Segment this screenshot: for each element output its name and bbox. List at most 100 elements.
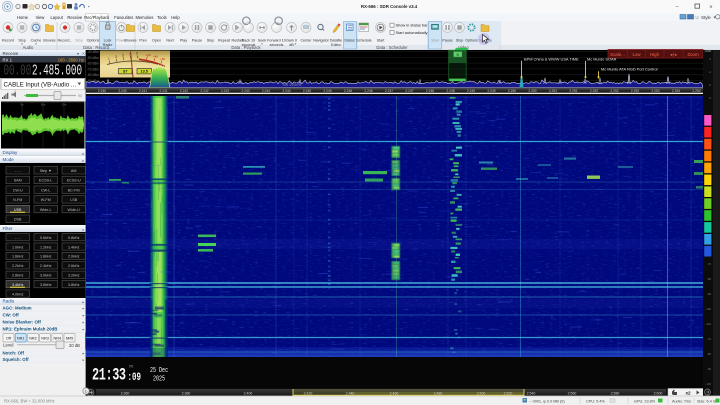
svg-text:Receive: Receive — [3, 51, 19, 56]
svg-text:Stop: Stop — [456, 39, 464, 43]
svg-text:Auto: Auto — [705, 49, 712, 53]
svg-text:2.251: 2.251 — [569, 89, 577, 93]
svg-text:▴: ▴ — [82, 300, 84, 304]
svg-text:High: High — [650, 52, 660, 57]
svg-text:ECSS-U: ECSS-U — [67, 179, 81, 183]
svg-text:Record...: Record... — [58, 39, 73, 43]
svg-text:00.00: 00.00 — [4, 63, 32, 80]
svg-text:2.420: 2.420 — [304, 392, 313, 396]
svg-text:Data : Playback: Data : Playback — [231, 45, 261, 50]
svg-text:2.580: 2.580 — [611, 392, 620, 396]
svg-text:View: View — [36, 15, 45, 20]
svg-text:1.4kHz: 1.4kHz — [68, 245, 80, 249]
svg-text:1.8kHz: 1.8kHz — [40, 255, 52, 259]
svg-text:2.4kHz: 2.4kHz — [40, 264, 52, 268]
svg-text:Browse: Browse — [43, 39, 55, 43]
svg-text:-60 dBm: -60 dBm — [87, 62, 99, 66]
svg-text:2.254: 2.254 — [692, 89, 700, 93]
svg-text:3.8kHz: 3.8kHz — [68, 283, 80, 287]
svg-text:-70 dBm: -70 dBm — [87, 67, 99, 71]
svg-text:0.8kHz: 0.8kHz — [68, 236, 80, 240]
svg-text:NR1: Ephraim Mulah 20dB: NR1: Ephraim Mulah 20dB — [3, 327, 58, 332]
svg-text:2.243: 2.243 — [241, 89, 249, 93]
svg-text:▸: ▸ — [83, 328, 85, 332]
svg-text:-70: -70 — [707, 337, 711, 341]
svg-text:Favourites: Favourites — [114, 15, 133, 20]
svg-text:Low: Low — [632, 52, 641, 57]
svg-text::09: :09 — [128, 371, 142, 384]
svg-text:2.244: 2.244 — [282, 89, 290, 93]
svg-text:2.246: 2.246 — [344, 89, 352, 93]
svg-text:+20: +20 — [145, 53, 150, 57]
svg-text:2.252: 2.252 — [590, 89, 598, 93]
svg-text:2.240: 2.240 — [98, 89, 106, 93]
svg-text:Cache: Cache — [31, 39, 42, 43]
svg-text:Level: Level — [3, 343, 14, 348]
svg-text:Repeat: Repeat — [218, 39, 230, 43]
svg-text:CW-U: CW-U — [13, 188, 23, 192]
svg-text:-80: -80 — [707, 352, 711, 356]
svg-text:S7: S7 — [123, 70, 128, 74]
svg-text:2.253: 2.253 — [651, 89, 659, 93]
svg-text:Display: Display — [3, 150, 19, 155]
svg-text:Zoom: Zoom — [687, 52, 699, 57]
svg-text:Seek: Seek — [258, 39, 267, 43]
svg-text:+60: +60 — [160, 57, 165, 61]
svg-text:-3: -3 — [709, 57, 712, 61]
svg-text:Rec/Playback: Rec/Playback — [84, 15, 110, 20]
svg-text:Squelch: Off: Squelch: Off — [3, 357, 30, 362]
svg-text:Mode: Mode — [3, 157, 15, 162]
svg-text:NR1: NR1 — [17, 336, 25, 340]
svg-text:Filter: Filter — [3, 226, 14, 231]
svg-text:ECSS-L: ECSS-L — [39, 179, 52, 183]
svg-text:Home: Home — [17, 15, 29, 20]
svg-text:2.400: 2.400 — [244, 392, 253, 396]
svg-text:2.2kHz: 2.2kHz — [12, 264, 24, 268]
svg-text:Next: Next — [166, 39, 174, 43]
svg-text:2.246: 2.246 — [364, 89, 372, 93]
svg-text:-80: -80 — [707, 277, 711, 281]
svg-text:2.500: 2.500 — [477, 392, 486, 396]
svg-text:2.242: 2.242 — [200, 89, 208, 93]
svg-text:-50 dBm: -50 dBm — [87, 56, 99, 60]
svg-text:NR4: NR4 — [53, 336, 61, 340]
svg-text:▾: ▾ — [77, 51, 79, 56]
svg-text:2.254: 2.254 — [672, 89, 680, 93]
svg-text:Radio: Radio — [3, 299, 15, 304]
svg-text:N-FM: N-FM — [13, 198, 22, 202]
svg-text:Options: Options — [87, 39, 100, 43]
svg-text:NR2: NR2 — [29, 336, 37, 340]
svg-text:-100: -100 — [705, 382, 711, 386]
svg-text:LSB: LSB — [70, 198, 78, 202]
svg-text:Audio: Audio — [23, 45, 34, 50]
svg-text:Start: Start — [377, 39, 385, 43]
svg-text:Options: Options — [465, 39, 478, 43]
svg-text:×: × — [82, 51, 85, 56]
svg-text:2.245: 2.245 — [323, 89, 331, 93]
svg-text:2.460: 2.460 — [390, 392, 399, 396]
svg-text:UTC: UTC — [129, 365, 133, 368]
svg-text:90: 90 — [78, 94, 82, 98]
svg-text:3.4kHz: 3.4kHz — [12, 283, 24, 287]
svg-text:BPM China & WWW USA TIME: BPM China & WWW USA TIME — [524, 56, 579, 61]
svg-text:Wide-U: Wide-U — [68, 208, 81, 212]
svg-text:2.247: 2.247 — [385, 89, 393, 93]
svg-text:2.250: 2.250 — [528, 89, 536, 93]
svg-text:-4: -4 — [709, 70, 712, 74]
svg-text:13.5: 13.5 — [141, 70, 148, 74]
svg-text:GPU: 23.8%: GPU: 23.8% — [634, 399, 656, 403]
svg-text:Help: Help — [171, 15, 180, 20]
svg-text:2.560: 2.560 — [568, 392, 577, 396]
svg-text:AM: AM — [71, 169, 77, 173]
svg-text:2.247: 2.247 — [405, 89, 413, 93]
svg-text:Status: Status — [344, 39, 355, 43]
svg-text:2.242: 2.242 — [180, 89, 188, 93]
svg-text:x2: x2 — [685, 391, 691, 396]
svg-text:2.249: 2.249 — [467, 89, 475, 93]
svg-text:15s: 15s — [62, 103, 67, 107]
svg-text:3.0kHz: 3.0kHz — [40, 274, 52, 278]
svg-text:↻: ↻ — [84, 389, 87, 394]
svg-text:2.252: 2.252 — [610, 89, 618, 93]
svg-text:- - -: - - - — [15, 236, 22, 240]
svg-text:Open: Open — [152, 39, 161, 43]
